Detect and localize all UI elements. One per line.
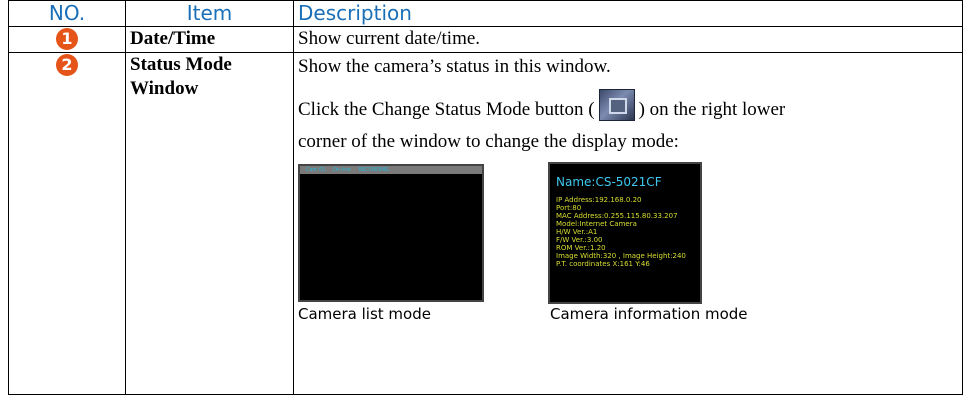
number-badge-1: 1 — [56, 28, 78, 50]
info-line: Model:Internet Camera — [556, 220, 637, 228]
bar-field: RECORDING — [358, 167, 389, 173]
number-badge-2: 2 — [56, 54, 78, 76]
info-line: H/W Ver.:A1 — [556, 228, 598, 236]
info-line: Image Width:320 , Image Height:240 — [556, 252, 686, 260]
camera-information-mode-caption: Camera information mode — [550, 305, 748, 323]
camera-info-list: IP Address:192.168.0.20 Port:80 MAC Addr… — [556, 196, 686, 268]
header-no: NO. — [8, 0, 126, 27]
info-line: MAC Address:0.255.115.80.33.207 — [556, 212, 678, 220]
table-row: 2 Status Mode Window Show the camera’s s… — [8, 52, 963, 395]
info-line: IP Address:192.168.0.20 — [556, 196, 642, 204]
camera-information-mode-screenshot: Name:CS-5021CF IP Address:192.168.0.20 P… — [548, 162, 702, 304]
info-line: Port:80 — [556, 204, 582, 212]
item-status-mode-window: Status Mode Window — [125, 52, 294, 395]
bar-field: Cam 01 — [306, 167, 326, 173]
header-description: Description — [293, 0, 963, 27]
camera-list-status-bar: Cam 01 On-line RECORDING — [300, 166, 482, 174]
info-line: P.T. coordinates X:161 Y:46 — [556, 260, 650, 268]
table-row: 1 Date/Time Show current date/time. — [8, 26, 963, 53]
item-line: Window — [130, 78, 199, 99]
camera-list-mode-screenshot: Cam 01 On-line RECORDING — [298, 164, 484, 302]
description-text: ) on the right lower — [638, 99, 786, 120]
camera-name: Name:CS-5021CF — [556, 175, 662, 189]
row-number-cell: 1 — [8, 26, 126, 53]
description-line: Show the camera’s status in this window. — [298, 56, 611, 77]
description-date-time: Show current date/time. — [293, 26, 963, 53]
row-number-cell: 2 — [8, 52, 126, 395]
header-item: Item — [125, 0, 294, 27]
item-line: Status Mode — [130, 54, 232, 75]
description-paragraph: Click the Change Status Mode button ( ) o… — [298, 89, 962, 158]
description-text: corner of the window to change the displ… — [298, 131, 679, 152]
camera-list-mode-caption: Camera list mode — [298, 305, 431, 323]
screenshots-area: Cam 01 On-line RECORDING Name:CS-5021CF … — [298, 162, 962, 323]
description-text: Click the Change Status Mode button ( — [298, 99, 595, 120]
table-header-row: NO. Item Description — [8, 0, 963, 27]
info-line: ROM Ver.:1.20 — [556, 244, 606, 252]
change-status-mode-button-icon — [598, 89, 635, 121]
description-status-mode-window: Show the camera’s status in this window.… — [293, 52, 963, 395]
item-date-time: Date/Time — [125, 26, 294, 53]
description-table: NO. Item Description 1 Date/Time Show cu… — [8, 0, 963, 395]
bar-field: On-line — [332, 167, 351, 173]
info-line: F/W Ver.:3.00 — [556, 236, 603, 244]
